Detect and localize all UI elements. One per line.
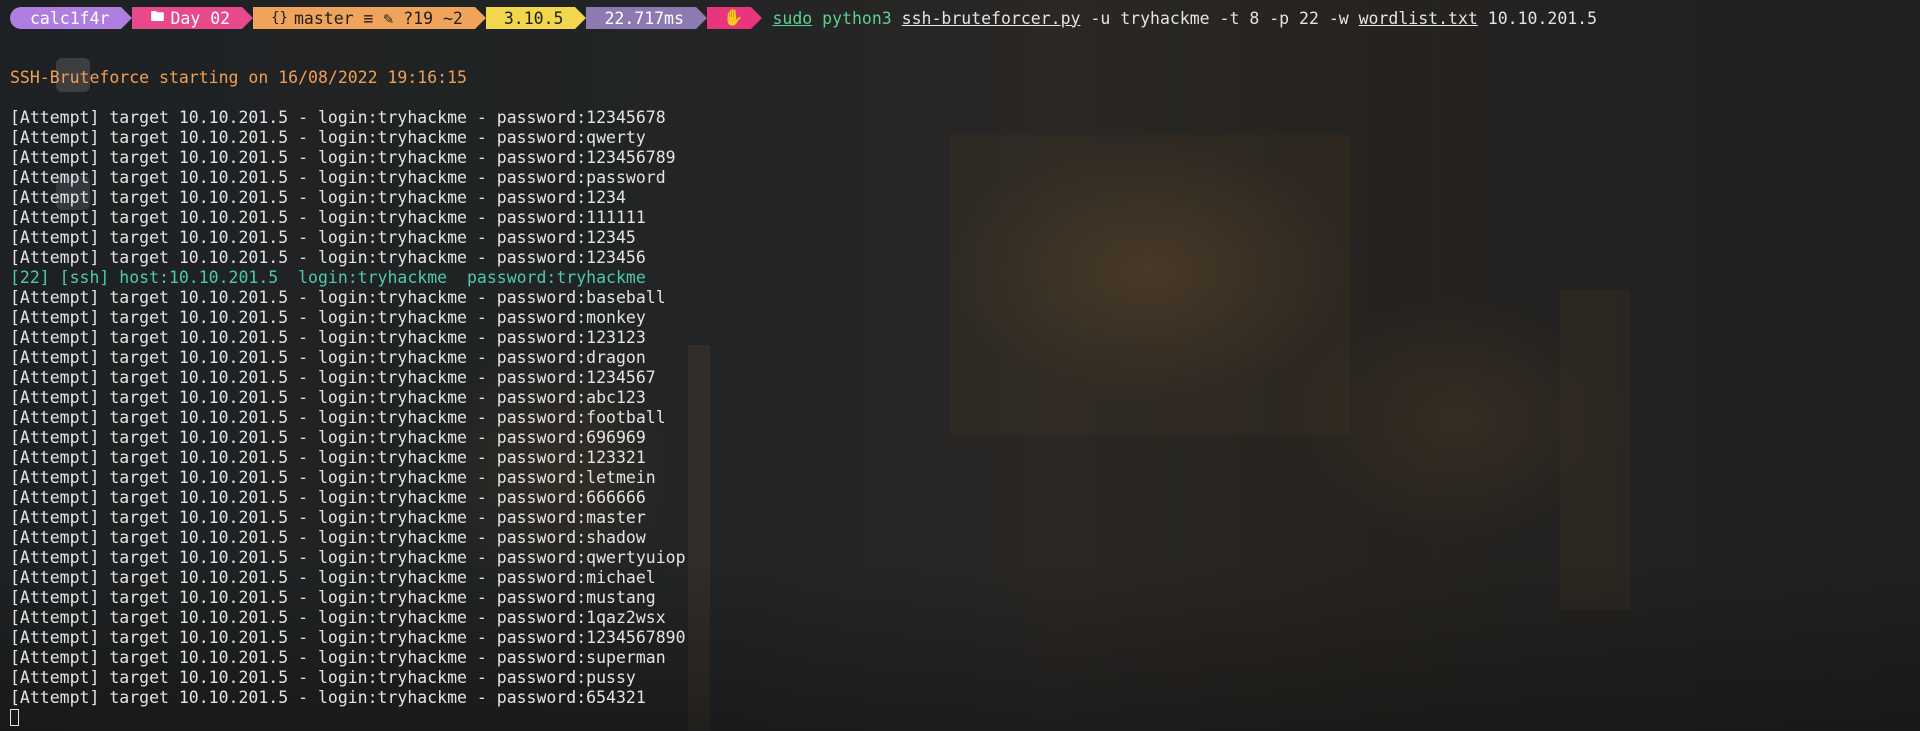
prompt-python-segment: 3.10.5 xyxy=(485,7,587,29)
log-line: [Attempt] target 10.10.201.5 - login:try… xyxy=(10,288,666,307)
log-line: [Attempt] target 10.10.201.5 - login:try… xyxy=(10,448,646,467)
command-sudo: sudo xyxy=(772,8,813,28)
command-target: 10.10.201.5 xyxy=(1487,8,1598,28)
log-line: [Attempt] target 10.10.201.5 - login:try… xyxy=(10,668,636,687)
terminal-output: calc1f4r 🖿 Day 02 {} master ≡ ✎ ?19 ~2 3… xyxy=(0,0,1920,731)
log-line: [Attempt] target 10.10.201.5 - login:try… xyxy=(10,528,646,547)
log-line: [Attempt] target 10.10.201.5 - login:try… xyxy=(10,468,656,487)
git-status: master ≡ ✎ ?19 ~2 xyxy=(293,8,463,28)
attempt-log: [Attempt] target 10.10.201.5 - login:try… xyxy=(10,108,686,708)
shell-prompt: calc1f4r 🖿 Day 02 {} master ≡ ✎ ?19 ~2 3… xyxy=(10,7,1597,29)
log-line: [Attempt] target 10.10.201.5 - login:try… xyxy=(10,128,646,147)
terminal-window[interactable]: calc1f4r 🖿 Day 02 {} master ≡ ✎ ?19 ~2 3… xyxy=(0,0,1920,731)
log-line: [Attempt] target 10.10.201.5 - login:try… xyxy=(10,228,636,247)
prompt-directory-segment: 🖿 Day 02 xyxy=(132,7,253,29)
log-line: [Attempt] target 10.10.201.5 - login:try… xyxy=(10,348,646,367)
prompt-git-segment: {} master ≡ ✎ ?19 ~2 xyxy=(253,7,486,29)
log-line: [Attempt] target 10.10.201.5 - login:try… xyxy=(10,568,656,587)
directory-name: Day 02 xyxy=(170,8,231,28)
command-python: python3 xyxy=(822,8,892,28)
python-version: 3.10.5 xyxy=(503,8,564,28)
log-line: [Attempt] target 10.10.201.5 - login:try… xyxy=(10,168,666,187)
log-line: [Attempt] target 10.10.201.5 - login:try… xyxy=(10,248,646,267)
log-line: [Attempt] target 10.10.201.5 - login:try… xyxy=(10,188,626,207)
log-line: [Attempt] target 10.10.201.5 - login:try… xyxy=(10,648,666,667)
log-line: [Attempt] target 10.10.201.5 - login:try… xyxy=(10,688,646,707)
command-line: sudo python3 ssh-bruteforcer.py -u tryha… xyxy=(772,9,1597,28)
hand-icon: ✋ xyxy=(722,8,744,27)
log-line: [Attempt] target 10.10.201.5 - login:try… xyxy=(10,548,686,567)
command-args: -u tryhackme -t 8 -p 22 -w xyxy=(1090,8,1349,28)
log-line: [Attempt] target 10.10.201.5 - login:try… xyxy=(10,408,666,427)
braces-icon: {} xyxy=(271,10,288,26)
log-line: [Attempt] target 10.10.201.5 - login:try… xyxy=(10,508,646,527)
log-line: [Attempt] target 10.10.201.5 - login:try… xyxy=(10,148,676,167)
log-line: [Attempt] target 10.10.201.5 - login:try… xyxy=(10,108,666,127)
log-line: [Attempt] target 10.10.201.5 - login:try… xyxy=(10,488,646,507)
execution-time: 22.717ms xyxy=(604,8,684,28)
bruteforce-banner: SSH-Bruteforce starting on 16/08/2022 19… xyxy=(10,68,467,87)
log-line: [Attempt] target 10.10.201.5 - login:try… xyxy=(10,208,646,227)
prompt-status-segment: ✋ xyxy=(706,7,762,29)
prompt-time-segment: 22.717ms xyxy=(586,7,708,29)
log-line: [Attempt] target 10.10.201.5 - login:try… xyxy=(10,308,646,327)
folder-icon: 🖿 xyxy=(150,9,165,25)
log-line: [Attempt] target 10.10.201.5 - login:try… xyxy=(10,608,666,627)
log-line: [Attempt] target 10.10.201.5 - login:try… xyxy=(10,328,646,347)
log-line: [Attempt] target 10.10.201.5 - login:try… xyxy=(10,368,656,387)
user-name: calc1f4r xyxy=(30,8,110,28)
log-line: [Attempt] target 10.10.201.5 - login:try… xyxy=(10,388,646,407)
log-line: [Attempt] target 10.10.201.5 - login:try… xyxy=(10,428,646,447)
found-credentials-line: [22] [ssh] host:10.10.201.5 login:tryhac… xyxy=(10,268,646,287)
prompt-user-segment: calc1f4r xyxy=(10,7,134,29)
command-script: ssh-bruteforcer.py xyxy=(901,8,1081,28)
log-line: [Attempt] target 10.10.201.5 - login:try… xyxy=(10,588,656,607)
text-cursor[interactable] xyxy=(10,709,19,726)
command-wordlist: wordlist.txt xyxy=(1358,8,1478,28)
log-line: [Attempt] target 10.10.201.5 - login:try… xyxy=(10,628,686,647)
